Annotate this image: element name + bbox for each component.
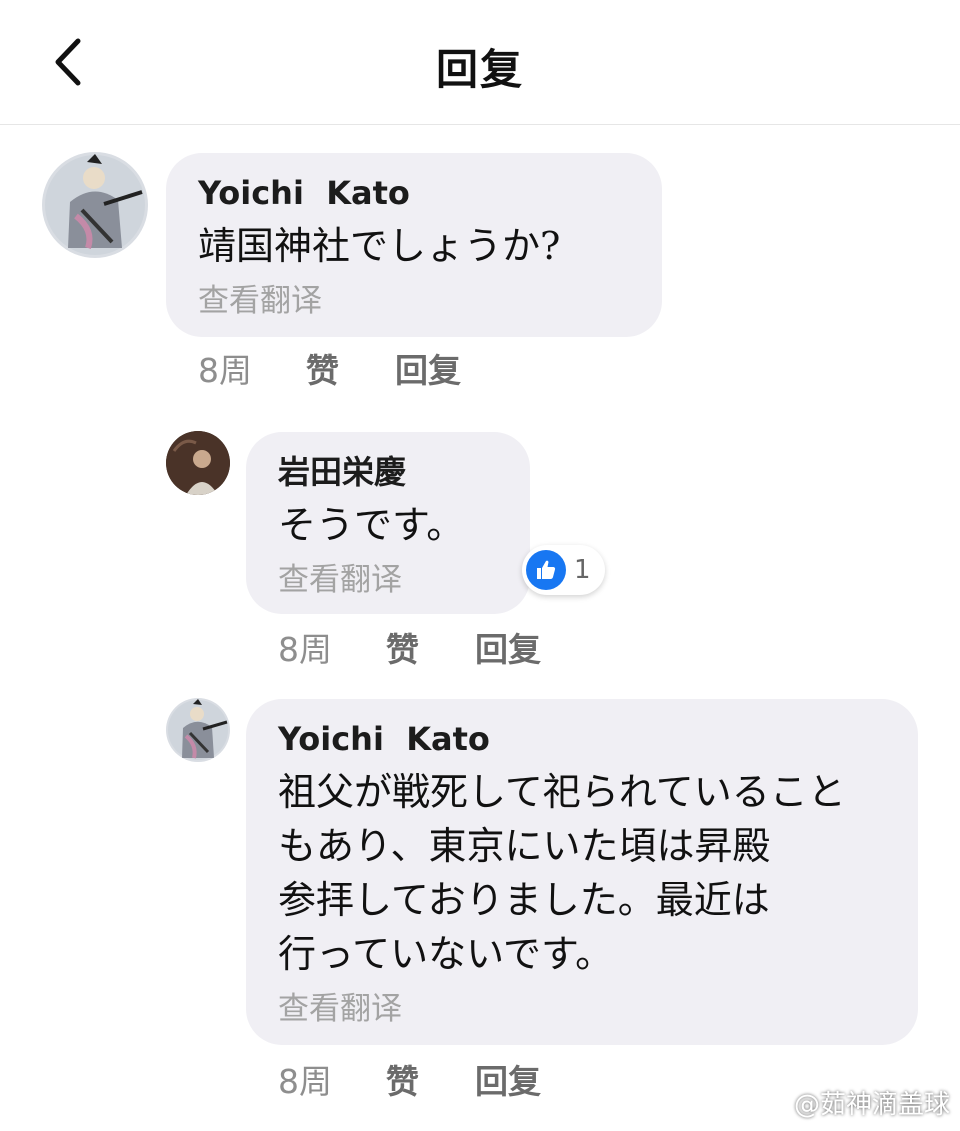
- reaction-badge[interactable]: 1: [522, 545, 605, 595]
- comment-actions: 8周 赞 回复: [198, 344, 461, 392]
- comment-author[interactable]: Yoichi Kato: [278, 719, 886, 759]
- comment-text: そうです。: [278, 503, 465, 547]
- thumbs-up-icon: [526, 550, 566, 590]
- comment-time: 8周: [278, 630, 332, 669]
- see-translation-link[interactable]: 查看翻译: [278, 989, 886, 1029]
- comment-author[interactable]: 岩田栄慶: [278, 452, 498, 492]
- watermark-text: @茹神滴盖球: [793, 1090, 950, 1120]
- see-translation-link[interactable]: 查看翻译: [278, 560, 498, 600]
- like-button[interactable]: 赞: [386, 1055, 419, 1103]
- like-button[interactable]: 赞: [306, 344, 339, 392]
- weibo-icon: [754, 1091, 787, 1116]
- comment-bubble: Yoichi Kato 祖父が戦死して祀られていること もあり、東京にいた頃は昇…: [246, 699, 918, 1045]
- reply-button[interactable]: 回复: [475, 1055, 541, 1103]
- page-title: 回复: [435, 45, 524, 94]
- reply-button[interactable]: 回复: [475, 623, 541, 671]
- like-button[interactable]: 赞: [386, 623, 419, 671]
- avatar[interactable]: [166, 698, 230, 762]
- avatar[interactable]: [166, 431, 230, 495]
- comment-author[interactable]: Yoichi Kato: [198, 173, 630, 213]
- top-bar: 回复: [0, 0, 960, 125]
- reaction-count: 1: [574, 555, 591, 585]
- comment-text: 靖国神社でしょうか?: [198, 224, 561, 268]
- comment-actions: 8周 赞 回复: [278, 623, 541, 671]
- comment-bubble: Yoichi Kato 靖国神社でしょうか? 查看翻译: [166, 153, 662, 337]
- avatar[interactable]: [42, 152, 148, 258]
- comment-bubble: 岩田栄慶 そうです。 查看翻译: [246, 432, 530, 614]
- comment-time: 8周: [278, 1062, 332, 1101]
- comment-text: 祖父が戦死して祀られていること もあり、東京にいた頃は昇殿 参拝しておりました。…: [278, 770, 846, 976]
- see-translation-link[interactable]: 查看翻译: [198, 281, 630, 321]
- comment-time: 8周: [198, 351, 252, 390]
- watermark: @茹神滴盖球: [754, 1084, 950, 1121]
- comment-actions: 8周 赞 回复: [278, 1055, 541, 1103]
- reply-button[interactable]: 回复: [395, 344, 461, 392]
